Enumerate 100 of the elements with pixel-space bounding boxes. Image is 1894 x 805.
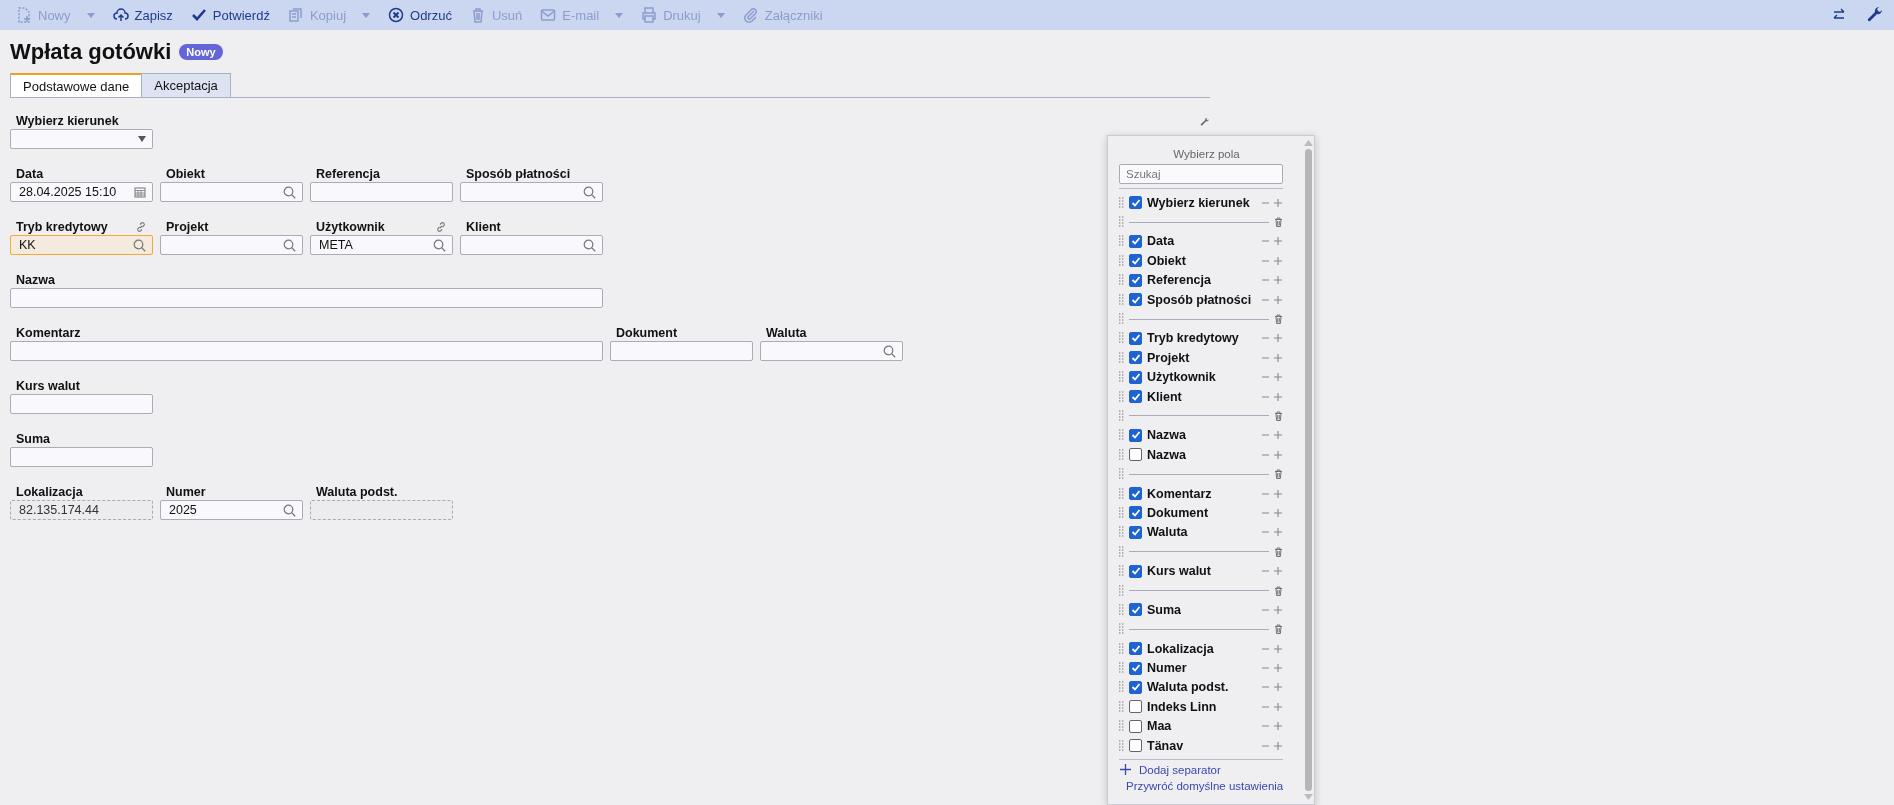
dropdown-field[interactable]: [10, 129, 153, 149]
checkbox[interactable]: [1129, 680, 1142, 694]
input-field[interactable]: [10, 288, 603, 308]
input-field[interactable]: [10, 447, 153, 467]
drag-handle-icon[interactable]: [1119, 371, 1124, 384]
checkbox[interactable]: [1129, 331, 1142, 345]
minus-plus-icon[interactable]: [1261, 488, 1283, 499]
drag-handle-icon[interactable]: [1119, 739, 1124, 752]
minus-plus-icon[interactable]: [1261, 391, 1283, 402]
search-icon[interactable]: [283, 185, 296, 199]
minus-plus-icon[interactable]: [1261, 604, 1283, 615]
lookup-field[interactable]: [160, 235, 303, 255]
lookup-field[interactable]: [460, 235, 603, 255]
checkbox[interactable]: [1129, 448, 1142, 462]
toolbar-button[interactable]: Odrzuć: [384, 0, 462, 30]
drag-handle-icon[interactable]: [1119, 448, 1124, 461]
checkbox[interactable]: [1129, 293, 1142, 307]
scroll-up-icon[interactable]: [1303, 140, 1313, 146]
drag-handle-icon[interactable]: [1119, 526, 1124, 539]
checkbox[interactable]: [1129, 506, 1142, 520]
drag-handle-icon[interactable]: [1119, 254, 1124, 267]
lookup-field[interactable]: 2025: [160, 500, 303, 520]
search-icon[interactable]: [883, 344, 896, 358]
lookup-field[interactable]: [760, 341, 903, 361]
drag-handle-icon[interactable]: [1119, 351, 1124, 364]
minus-plus-icon[interactable]: [1261, 663, 1283, 674]
search-icon[interactable]: [433, 238, 446, 252]
minus-plus-icon[interactable]: [1261, 643, 1283, 654]
input-field[interactable]: [10, 341, 603, 361]
drag-handle-icon[interactable]: [1119, 216, 1124, 229]
trash-icon[interactable]: [1274, 585, 1283, 596]
checkbox[interactable]: [1129, 603, 1142, 617]
drag-handle-icon[interactable]: [1119, 584, 1124, 597]
minus-plus-icon[interactable]: [1261, 294, 1283, 305]
wrench-icon[interactable]: [1866, 6, 1884, 24]
minus-plus-icon[interactable]: [1261, 352, 1283, 363]
link-icon[interactable]: [135, 220, 147, 233]
minus-plus-icon[interactable]: [1261, 236, 1283, 247]
drag-handle-icon[interactable]: [1119, 196, 1124, 209]
search-field[interactable]: Szukaj: [1119, 164, 1283, 184]
minus-plus-icon[interactable]: [1261, 527, 1283, 538]
swap-arrows-icon[interactable]: [1832, 8, 1846, 22]
minus-plus-icon[interactable]: [1261, 566, 1283, 577]
search-icon[interactable]: [133, 238, 146, 252]
trash-icon[interactable]: [1274, 469, 1283, 480]
panel-link[interactable]: Dodaj separator: [1119, 763, 1283, 777]
drag-handle-icon[interactable]: [1119, 274, 1124, 287]
drag-handle-icon[interactable]: [1119, 487, 1124, 500]
lookup-field[interactable]: KK: [10, 235, 153, 255]
minus-plus-icon[interactable]: [1261, 197, 1283, 208]
minus-plus-icon[interactable]: [1261, 333, 1283, 344]
drag-handle-icon[interactable]: [1119, 545, 1124, 558]
minus-plus-icon[interactable]: [1261, 255, 1283, 266]
link-icon[interactable]: [435, 220, 447, 233]
lookup-field[interactable]: [160, 182, 303, 202]
drag-handle-icon[interactable]: [1119, 603, 1124, 616]
wrench-icon[interactable]: [1200, 117, 1210, 127]
drag-handle-icon[interactable]: [1119, 720, 1124, 733]
checkbox[interactable]: [1129, 370, 1142, 384]
checkbox[interactable]: [1129, 196, 1142, 210]
checkbox[interactable]: [1129, 739, 1142, 753]
lookup-field[interactable]: [460, 182, 603, 202]
checkbox[interactable]: [1129, 525, 1142, 539]
trash-icon[interactable]: [1274, 314, 1283, 325]
minus-plus-icon[interactable]: [1261, 740, 1283, 751]
checkbox[interactable]: [1129, 642, 1142, 656]
minus-plus-icon[interactable]: [1261, 682, 1283, 693]
trash-icon[interactable]: [1274, 624, 1283, 635]
checkbox[interactable]: [1129, 273, 1142, 287]
checkbox[interactable]: [1129, 700, 1142, 714]
lookup-field[interactable]: META: [310, 235, 453, 255]
search-icon[interactable]: [583, 238, 596, 252]
date-field[interactable]: 28.04.2025 15:10: [10, 182, 153, 202]
checkbox[interactable]: [1129, 661, 1142, 675]
input-field[interactable]: [310, 182, 453, 202]
minus-plus-icon[interactable]: [1261, 721, 1283, 732]
panel-link[interactable]: Przywróć domyślne ustawienia: [1119, 779, 1283, 793]
drag-handle-icon[interactable]: [1119, 313, 1124, 326]
input-field[interactable]: [10, 394, 153, 414]
checkbox[interactable]: [1129, 719, 1142, 733]
minus-plus-icon[interactable]: [1261, 507, 1283, 518]
tab[interactable]: Podstawowe dane: [10, 73, 143, 97]
drag-handle-icon[interactable]: [1119, 390, 1124, 403]
minus-plus-icon[interactable]: [1261, 701, 1283, 712]
checkbox[interactable]: [1129, 428, 1142, 442]
toolbar-button[interactable]: Zapisz: [108, 0, 183, 30]
tab[interactable]: Akceptacja: [141, 73, 231, 97]
checkbox[interactable]: [1129, 351, 1142, 365]
trash-icon[interactable]: [1274, 411, 1283, 421]
minus-plus-icon[interactable]: [1261, 449, 1283, 460]
checkbox[interactable]: [1129, 254, 1142, 268]
toolbar-button[interactable]: Potwierdź: [186, 0, 280, 30]
search-icon[interactable]: [583, 185, 596, 199]
drag-handle-icon[interactable]: [1119, 506, 1124, 519]
drag-handle-icon[interactable]: [1119, 700, 1124, 713]
drag-handle-icon[interactable]: [1119, 235, 1124, 248]
drag-handle-icon[interactable]: [1119, 681, 1124, 694]
checkbox[interactable]: [1129, 390, 1142, 404]
drag-handle-icon[interactable]: [1119, 293, 1124, 306]
minus-plus-icon[interactable]: [1261, 372, 1283, 383]
